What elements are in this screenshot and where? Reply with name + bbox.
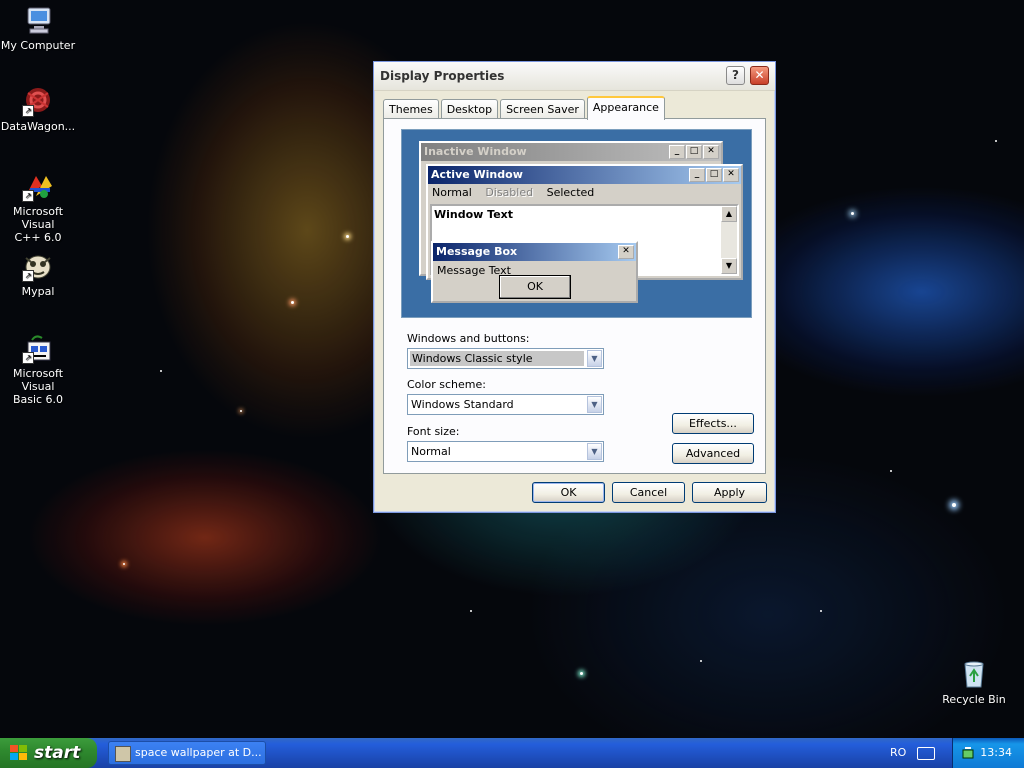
tab-strip: Themes Desktop Screen Saver Appearance (383, 96, 667, 120)
start-label: start (34, 743, 81, 763)
preview-window-text: Window Text (434, 208, 514, 221)
windows-buttons-select[interactable]: Windows Classic style ▼ (407, 348, 604, 369)
star (346, 235, 349, 238)
windows-logo-icon (10, 745, 28, 761)
star (700, 660, 702, 662)
help-button[interactable]: ? (726, 66, 745, 85)
system-tray: 13:34 (952, 738, 1024, 768)
preview-inactive-title: Inactive Window (424, 145, 527, 158)
preview-msgbox-title: Message Box (436, 245, 518, 258)
desktop-icon-label-line2: C++ 6.0 (14, 231, 62, 244)
taskbar: start space wallpaper at D... RO 13:34 (0, 738, 1024, 768)
desktop-icon-label: DataWagon... (0, 120, 76, 133)
scroll-up-icon: ▲ (721, 206, 737, 222)
star (580, 672, 583, 675)
star (995, 140, 997, 142)
tab-screen-saver[interactable]: Screen Saver (500, 99, 585, 119)
desktop-icon-label: Microsoft Visual (12, 205, 64, 231)
font-size-select[interactable]: Normal ▼ (407, 441, 604, 462)
desktop-icon-datawagon[interactable]: ↗ DataWagon... (0, 85, 81, 133)
dialog-titlebar[interactable]: Display Properties ? ✕ (374, 62, 775, 91)
dialog-title: Display Properties (380, 69, 505, 83)
chevron-down-icon[interactable]: ▼ (587, 350, 602, 367)
shortcut-arrow-icon: ↗ (22, 270, 34, 282)
desktop-icon-label: Recycle Bin (942, 693, 1006, 706)
mypal-icon: ↗ (22, 250, 54, 282)
preview-menu-normal: Normal (432, 186, 472, 199)
desktop-icon-my-computer[interactable]: My Computer (0, 4, 81, 52)
chevron-down-icon[interactable]: ▼ (587, 443, 602, 460)
taskbar-item-label: space wallpaper at D... (135, 746, 262, 759)
close-icon: ✕ (703, 145, 719, 159)
star (820, 610, 822, 612)
visual-cpp-icon: ↗ (22, 170, 54, 202)
preview-menu-bar: Normal Disabled Selected (428, 184, 741, 202)
minimize-icon: _ (669, 145, 685, 159)
color-scheme-select[interactable]: Windows Standard ▼ (407, 394, 604, 415)
preview-menu-disabled: Disabled (485, 186, 534, 199)
apply-button[interactable]: Apply (692, 482, 767, 503)
preview-scrollbar: ▲ ▼ (721, 206, 737, 274)
star (851, 212, 854, 215)
recycle-bin-icon (958, 658, 990, 690)
shortcut-arrow-icon: ↗ (22, 190, 34, 202)
maximize-icon: □ (686, 145, 702, 159)
tab-desktop[interactable]: Desktop (440, 99, 499, 119)
preview-active-title: Active Window (431, 168, 523, 181)
star (123, 563, 125, 565)
desktop-icon-visual-cpp[interactable]: ↗ Microsoft Visual C++ 6.0 (0, 170, 81, 244)
star (240, 410, 242, 412)
color-scheme-label: Color scheme: (407, 378, 486, 391)
shortcut-arrow-icon: ↗ (22, 352, 34, 364)
font-size-label: Font size: (407, 425, 460, 438)
preview-message-box: Message Box ✕ Message Text OK (431, 241, 638, 303)
ok-button[interactable]: OK (532, 482, 605, 503)
desktop-icon-recycle-bin[interactable]: Recycle Bin (931, 658, 1017, 706)
visual-basic-icon: ↗ (22, 332, 54, 364)
star (291, 301, 294, 304)
desktop-icon-visual-basic[interactable]: ↗ Microsoft Visual Basic 6.0 (0, 332, 81, 406)
desktop-icon-label: Mypal (21, 285, 55, 298)
chevron-down-icon[interactable]: ▼ (587, 396, 602, 413)
start-button[interactable]: start (0, 738, 97, 768)
appearance-panel: Inactive Window _ □ ✕ Active Window _ □ ✕ No… (383, 118, 766, 474)
font-size-value: Normal (411, 445, 451, 458)
keyboard-icon[interactable] (917, 747, 935, 760)
tab-appearance[interactable]: Appearance (586, 96, 665, 120)
scroll-down-icon: ▼ (721, 258, 737, 274)
tab-themes[interactable]: Themes (383, 99, 439, 119)
taskbar-item-space-wallpaper[interactable]: space wallpaper at D... (108, 741, 266, 765)
preview-menu-selected: Selected (546, 186, 595, 199)
effects-button[interactable]: Effects... (672, 413, 754, 434)
clock[interactable]: 13:34 (980, 738, 1012, 768)
close-icon: ✕ (723, 168, 739, 182)
appearance-preview[interactable]: Inactive Window _ □ ✕ Active Window _ □ ✕ No… (401, 129, 752, 318)
star (890, 470, 892, 472)
close-button[interactable]: ✕ (750, 66, 769, 85)
desktop-icon-label-line2: Basic 6.0 (12, 393, 64, 406)
shortcut-arrow-icon: ↗ (22, 105, 34, 117)
star (160, 370, 162, 372)
windows-buttons-value: Windows Classic style (410, 351, 584, 366)
color-scheme-value: Windows Standard (411, 398, 514, 411)
star (952, 503, 956, 507)
mypal-icon (115, 746, 131, 762)
desktop-icon-label: Microsoft Visual (12, 367, 64, 393)
datawagon-icon: ↗ (22, 85, 54, 117)
windows-buttons-label: Windows and buttons: (407, 332, 530, 345)
desktop-icon-label: My Computer (0, 39, 76, 52)
advanced-button[interactable]: Advanced (672, 443, 754, 464)
safely-remove-hardware-icon[interactable] (961, 746, 975, 760)
cancel-button[interactable]: Cancel (612, 482, 685, 503)
preview-ok-button: OK (499, 275, 571, 299)
star (470, 610, 472, 612)
maximize-icon: □ (706, 168, 722, 182)
minimize-icon: _ (689, 168, 705, 182)
language-indicator[interactable]: RO (890, 738, 906, 768)
desktop-icon-mypal[interactable]: ↗ Mypal (0, 250, 81, 298)
close-icon: ✕ (618, 245, 634, 259)
computer-icon (22, 4, 54, 36)
display-properties-dialog: Display Properties ? ✕ Themes Desktop Sc… (373, 61, 776, 513)
